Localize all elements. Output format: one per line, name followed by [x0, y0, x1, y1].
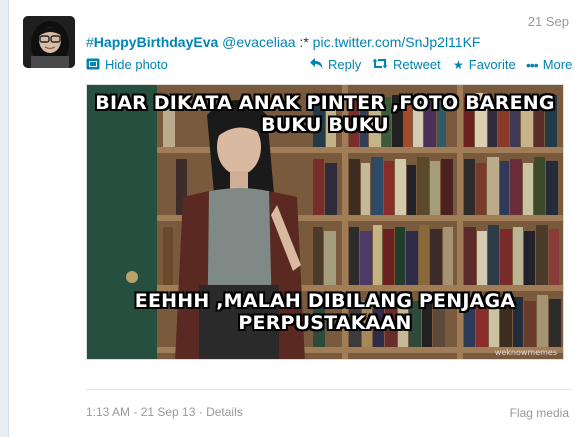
hashtag-text: HappyBirthdayEva — [93, 34, 219, 50]
photo-icon — [86, 58, 100, 72]
details-link[interactable]: Details — [206, 405, 243, 419]
left-edge — [0, 0, 8, 437]
meme-bottom-line-1: EEHHH ,MALAH DIBILANG PENJAGA — [134, 290, 516, 312]
tweet-card: #HappyBirthdayEva @evaceliaa :* pic.twit… — [9, 0, 575, 437]
reply-label: Reply — [328, 57, 362, 72]
favorite-button[interactable]: ★ Favorite — [453, 57, 516, 72]
tweet-text: #HappyBirthdayEva @evaceliaa :* pic.twit… — [86, 34, 480, 50]
favorite-star-icon: ★ — [453, 57, 464, 72]
footer-divider — [86, 389, 572, 390]
meme-top-line-1: BIAR DIKATA ANAK PINTER ,FOTO BARENG — [95, 92, 555, 114]
reply-icon — [310, 58, 323, 71]
meta-separator: · — [195, 405, 207, 419]
tweet-actions: Hide photo Reply Retweet ★ Favorite ••• … — [86, 57, 572, 75]
more-button[interactable]: ••• More — [526, 57, 572, 72]
meme-bottom-text: EEHHH ,MALAH DIBILANG PENJAGA PERPUSTAKA… — [87, 290, 563, 334]
retweet-label: Retweet — [393, 57, 441, 72]
retweet-icon — [372, 58, 388, 71]
flag-media-link[interactable]: Flag media — [510, 406, 569, 420]
hide-photo-label: Hide photo — [105, 57, 168, 72]
tweet-timestamp[interactable]: 1:13 AM - 21 Sep 13 — [86, 405, 195, 419]
tweet-photo[interactable]: BIAR DIKATA ANAK PINTER ,FOTO BARENG BUK… — [86, 84, 564, 360]
favorite-label: Favorite — [468, 57, 516, 72]
tweet-body: :* — [295, 34, 313, 50]
tweet-time[interactable]: 21 Sep — [528, 14, 569, 29]
avatar-image — [23, 16, 75, 68]
retweet-button[interactable]: Retweet — [372, 57, 441, 72]
more-dots-icon: ••• — [526, 56, 539, 73]
photo-watermark: weknowmemes — [494, 348, 557, 357]
more-label: More — [542, 57, 573, 72]
hashtag-link[interactable]: #HappyBirthdayEva — [86, 34, 218, 50]
hide-photo-button[interactable]: Hide photo — [86, 57, 168, 72]
tweet-meta: 1:13 AM - 21 Sep 13 · Details — [86, 405, 243, 419]
mention-link[interactable]: @evaceliaa — [222, 34, 295, 50]
pic-link[interactable]: pic.twitter.com/SnJp2l11KF — [313, 34, 481, 50]
meme-top-line-2: BUKU BUKU — [261, 114, 389, 136]
hashtag-symbol: # — [86, 34, 94, 50]
meme-bottom-line-2: PERPUSTAKAAN — [238, 312, 412, 334]
reply-button[interactable]: Reply — [310, 57, 361, 72]
meme-top-text: BIAR DIKATA ANAK PINTER ,FOTO BARENG BUK… — [87, 92, 563, 136]
avatar[interactable] — [23, 16, 75, 68]
